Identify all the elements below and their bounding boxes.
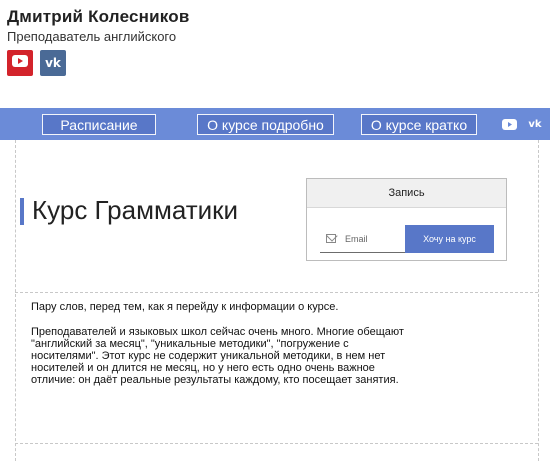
author-role: Преподаватель английского [7,29,177,44]
email-field[interactable] [320,225,405,253]
nav-schedule-button[interactable]: Расписание [42,114,156,135]
signup-button[interactable]: Хочу на курс [405,225,494,253]
mail-icon [326,234,336,243]
intro-paragraph: Пару слов, перед тем, как я перейду к ин… [31,301,339,313]
author-name: Дмитрий Колесников [7,7,190,26]
divider-right [538,140,539,461]
youtube-link[interactable] [7,50,33,76]
site-header: Дмитрий Колесников Преподаватель английс… [0,0,550,108]
signup-title: Запись [307,179,506,208]
description-paragraph: Преподавателей и языковых школ сейчас оч… [31,326,404,386]
navbar: Расписание О курсе подробно О курсе крат… [0,108,550,140]
divider-top [15,292,538,293]
vk-icon[interactable]: vk [527,117,543,131]
vk-link[interactable]: vk [40,50,66,76]
social-links: vk [7,50,66,76]
page-title: Курс Грамматики [32,195,239,225]
nav-course-brief-button[interactable]: О курсе кратко [361,114,477,135]
title-accent-bar [20,198,24,225]
youtube-icon [12,54,28,72]
youtube-icon[interactable] [501,117,517,131]
vk-icon: vk [45,56,61,70]
main-content: Курс Грамматики Запись Хочу на курс Пару… [0,140,550,461]
divider-bottom [15,443,538,444]
nav-course-detail-button[interactable]: О курсе подробно [197,114,334,135]
signup-form: Запись Хочу на курс [306,178,507,261]
divider-left [15,140,16,461]
email-input[interactable] [345,233,405,244]
